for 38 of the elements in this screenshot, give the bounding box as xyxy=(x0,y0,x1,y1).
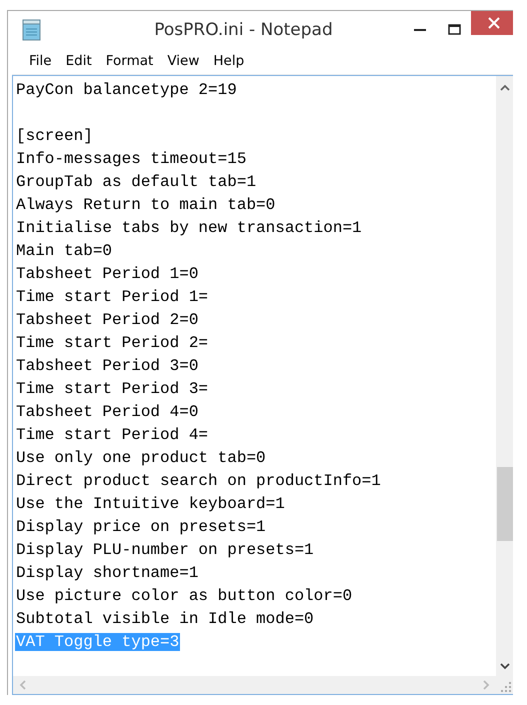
close-icon xyxy=(488,17,500,29)
resize-grip-icon[interactable] xyxy=(501,682,511,692)
text-line: Tabsheet Period 4=0 xyxy=(15,403,200,421)
text-line: Use only one product tab=0 xyxy=(15,449,267,467)
text-line: Info-messages timeout=15 xyxy=(15,150,248,168)
menu-item[interactable]: File xyxy=(22,51,59,71)
menu-item[interactable]: Edit xyxy=(58,51,99,71)
text-line: Use the Intuitive keyboard=1 xyxy=(15,495,286,513)
text-line: GroupTab as default tab=1 xyxy=(15,173,258,191)
close-button[interactable] xyxy=(471,11,513,35)
scrollbar-thumb[interactable] xyxy=(496,467,513,541)
text-line: Use picture color as button color=0 xyxy=(15,587,354,605)
text-line: Time start Period 1= xyxy=(15,288,210,306)
maximize-icon xyxy=(448,24,460,35)
text-line: PayCon balancetype 2=19 xyxy=(15,81,238,99)
text-line: [screen] xyxy=(15,127,94,145)
text-line: Tabsheet Period 3=0 xyxy=(15,357,200,375)
scroll-down-icon[interactable] xyxy=(500,663,510,670)
vertical-scrollbar[interactable] xyxy=(496,76,513,676)
scroll-up-icon[interactable] xyxy=(500,84,510,91)
text-line: Subtotal visible in Idle mode=0 xyxy=(15,610,315,628)
text-line: Display shortname=1 xyxy=(15,564,200,582)
text-line: Time start Period 3= xyxy=(15,380,210,398)
text-line: Always Return to main tab=0 xyxy=(15,196,276,214)
text-line: Main tab=0 xyxy=(15,242,114,260)
menu-item[interactable]: Format xyxy=(98,51,160,71)
minimize-icon xyxy=(414,28,426,32)
menu-item[interactable]: View xyxy=(160,51,206,71)
text-line: Display price on presets=1 xyxy=(15,518,267,536)
text-line: Tabsheet Period 2=0 xyxy=(15,311,200,329)
text-line: Time start Period 4= xyxy=(15,426,210,444)
menu-item[interactable]: Help xyxy=(206,51,252,71)
text-line: Time start Period 2= xyxy=(15,334,210,352)
window-title: PosPRO.ini - Notepad xyxy=(153,20,334,40)
text-line: Direct product search on productInfo=1 xyxy=(15,472,382,490)
text-line: Display PLU-number on presets=1 xyxy=(15,541,315,559)
text-line: Initialise tabs by new transaction=1 xyxy=(15,219,363,237)
text-line: Tabsheet Period 1=0 xyxy=(15,265,200,283)
